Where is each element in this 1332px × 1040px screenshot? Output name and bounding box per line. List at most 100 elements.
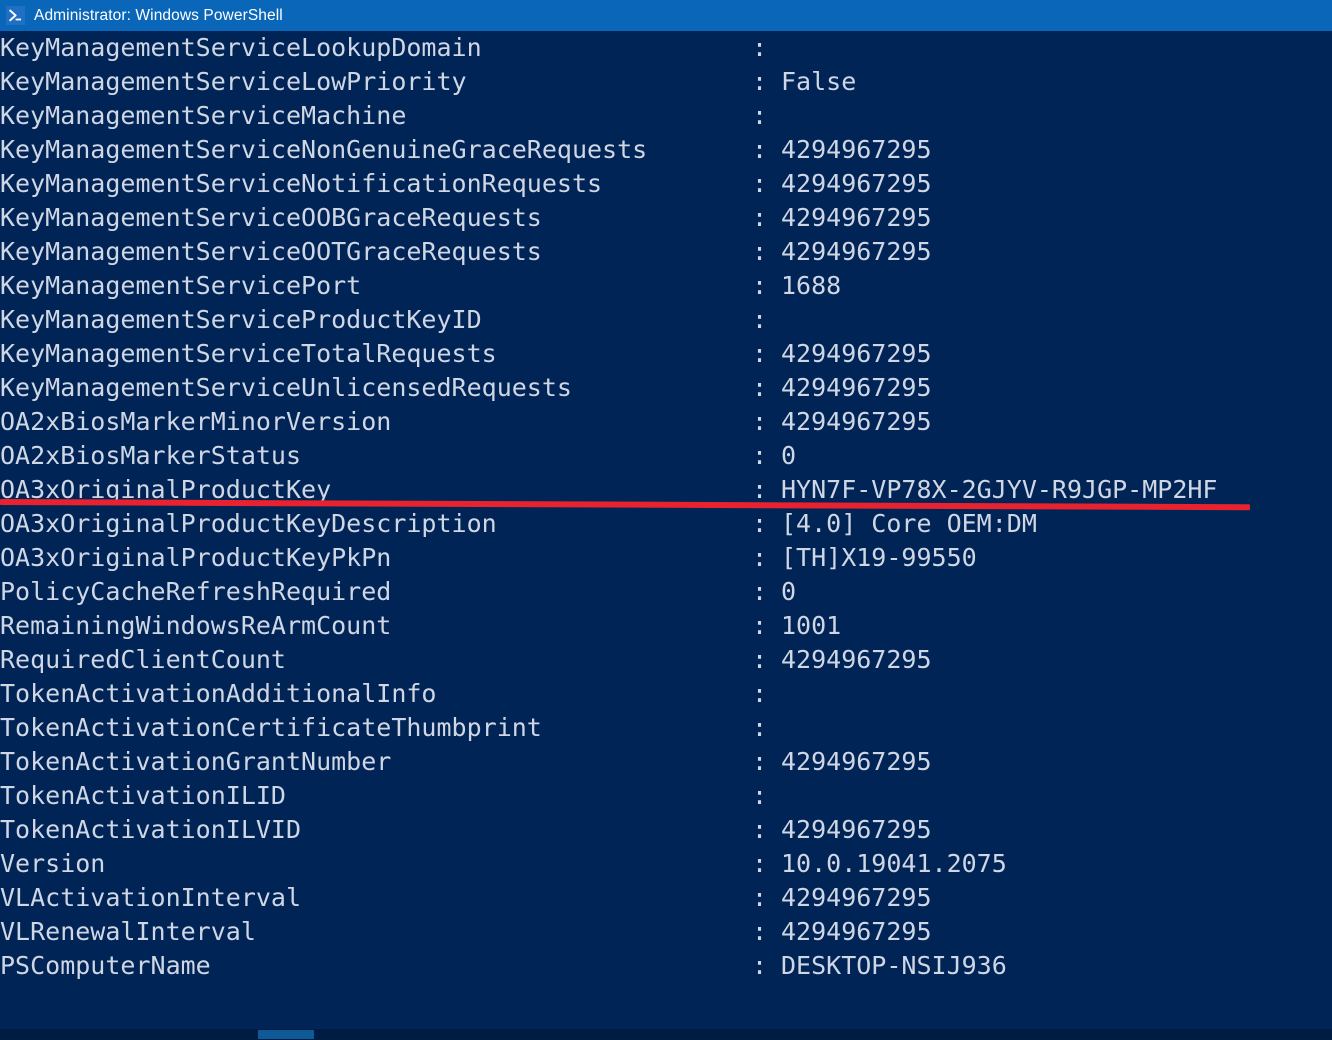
property-name: KeyManagementServiceNotificationRequests: [0, 169, 603, 198]
property-name: KeyManagementServiceProductKeyID: [0, 305, 482, 334]
console-line: OA2xBiosMarkerStatus:0: [0, 439, 1332, 473]
property-name: KeyManagementServiceTotalRequests: [0, 339, 497, 368]
property-name: KeyManagementServiceUnlicensedRequests: [0, 373, 572, 402]
property-name: KeyManagementServiceOOTGraceRequests: [0, 237, 542, 266]
powershell-window: Administrator: Windows PowerShell KeyMan…: [0, 0, 1332, 1040]
console-line: VLActivationInterval:4294967295: [0, 881, 1332, 915]
property-name: TokenActivationILID: [0, 781, 286, 810]
console-line: TokenActivationAdditionalInfo:: [0, 677, 1332, 711]
console-line: PolicyCacheRefreshRequired:0: [0, 575, 1332, 609]
property-name: OA3xOriginalProductKeyPkPn: [0, 543, 392, 572]
property-value: 4294967295: [781, 645, 932, 674]
property-separator: :: [752, 169, 768, 198]
property-name: PSComputerName: [0, 951, 211, 980]
console-line: OA3xOriginalProductKeyDescription: [4.0] …: [0, 507, 1332, 541]
property-separator: :: [752, 747, 768, 776]
property-value: 1001: [781, 611, 842, 640]
property-separator: :: [752, 815, 768, 844]
property-separator: :: [752, 373, 768, 402]
console-line: KeyManagementServiceProductKeyID:: [0, 303, 1332, 337]
property-name: RemainingWindowsReArmCount: [0, 611, 392, 640]
property-value: 4294967295: [781, 883, 932, 912]
property-name: VLActivationInterval: [0, 883, 302, 912]
console-line: TokenActivationGrantNumber:4294967295: [0, 745, 1332, 779]
property-value: 4294967295: [781, 135, 932, 164]
property-name: TokenActivationAdditionalInfo: [0, 679, 437, 708]
property-separator: :: [752, 305, 768, 334]
property-separator: :: [752, 203, 768, 232]
powershell-prompt-icon: [6, 6, 25, 25]
property-separator: :: [752, 611, 768, 640]
property-separator: :: [752, 441, 768, 470]
property-separator: :: [752, 713, 768, 742]
property-value: HYN7F-VP78X-2GJYV-R9JGP-MP2HF: [781, 475, 1218, 504]
property-separator: :: [752, 101, 768, 130]
property-name: OA2xBiosMarkerMinorVersion: [0, 407, 392, 436]
console-line: RequiredClientCount:4294967295: [0, 643, 1332, 677]
property-separator: :: [752, 917, 768, 946]
property-separator: :: [752, 407, 768, 436]
property-separator: :: [752, 33, 768, 62]
property-separator: :: [752, 781, 768, 810]
property-name: RequiredClientCount: [0, 645, 286, 674]
property-name: TokenActivationGrantNumber: [0, 747, 392, 776]
property-value: [4.0] Core OEM:DM: [781, 509, 1037, 538]
property-name: OA3xOriginalProductKeyDescription: [0, 509, 497, 538]
console-line: Version:10.0.19041.2075: [0, 847, 1332, 881]
property-separator: :: [752, 475, 768, 504]
horizontal-scrollbar[interactable]: [0, 1029, 1332, 1040]
property-separator: :: [752, 849, 768, 878]
window-titlebar[interactable]: Administrator: Windows PowerShell: [0, 0, 1332, 31]
property-separator: :: [752, 509, 768, 538]
property-separator: :: [752, 645, 768, 674]
property-name: TokenActivationCertificateThumbprint: [0, 713, 542, 742]
property-name: KeyManagementServiceNonGenuineGraceReque…: [0, 135, 648, 164]
console-line: KeyManagementServiceOOTGraceRequests:429…: [0, 235, 1332, 269]
property-value: 0: [781, 441, 797, 470]
property-name: OA2xBiosMarkerStatus: [0, 441, 302, 470]
property-separator: :: [752, 339, 768, 368]
console-line: KeyManagementServiceLowPriority: False: [0, 65, 1332, 99]
console-line: RemainingWindowsReArmCount:1001: [0, 609, 1332, 643]
property-name: KeyManagementServiceLookupDomain: [0, 33, 482, 62]
console-line: KeyManagementServiceTotalRequests:429496…: [0, 337, 1332, 371]
console-line: OA2xBiosMarkerMinorVersion:4294967295: [0, 405, 1332, 439]
console-line: KeyManagementServiceUnlicensedRequests:4…: [0, 371, 1332, 405]
console-line: KeyManagementServiceOOBGraceRequests:429…: [0, 201, 1332, 235]
console-line: KeyManagementServiceNonGenuineGraceReque…: [0, 133, 1332, 167]
window-title: Administrator: Windows PowerShell: [34, 7, 283, 24]
console-output-area[interactable]: KeyManagementServiceLookupDomain: KeyMana…: [0, 31, 1332, 1040]
property-name: Version: [0, 849, 106, 878]
console-lines: KeyManagementServiceLookupDomain: KeyMana…: [0, 31, 1332, 983]
property-separator: :: [752, 543, 768, 572]
property-name: KeyManagementServiceMachine: [0, 101, 407, 130]
property-separator: :: [752, 577, 768, 606]
property-value: 4294967295: [781, 203, 932, 232]
console-line: TokenActivationILID:: [0, 779, 1332, 813]
property-name: TokenActivationILVID: [0, 815, 302, 844]
property-separator: :: [752, 67, 768, 96]
property-value: 4294967295: [781, 237, 932, 266]
property-value: 0: [781, 577, 797, 606]
console-line: KeyManagementServicePort:1688: [0, 269, 1332, 303]
property-value: 4294967295: [781, 747, 932, 776]
property-value: 1688: [781, 271, 842, 300]
property-value: DESKTOP-NSIJ936: [781, 951, 1007, 980]
property-name: KeyManagementServiceOOBGraceRequests: [0, 203, 542, 232]
property-separator: :: [752, 679, 768, 708]
console-line: KeyManagementServiceNotificationRequests…: [0, 167, 1332, 201]
property-separator: :: [752, 237, 768, 266]
console-line: OA3xOriginalProductKeyPkPn: [TH]X19-99550: [0, 541, 1332, 575]
property-value: 4294967295: [781, 407, 932, 436]
property-separator: :: [752, 135, 768, 164]
property-value: 4294967295: [781, 815, 932, 844]
property-value: 4294967295: [781, 373, 932, 402]
console-line: TokenActivationILVID:4294967295: [0, 813, 1332, 847]
property-separator: :: [752, 951, 768, 980]
property-value: 4294967295: [781, 917, 932, 946]
property-separator: :: [752, 883, 768, 912]
property-name: PolicyCacheRefreshRequired: [0, 577, 392, 606]
horizontal-scrollbar-thumb[interactable]: [258, 1030, 314, 1039]
property-value: False: [781, 67, 857, 96]
property-name: OA3xOriginalProductKey: [0, 475, 332, 504]
